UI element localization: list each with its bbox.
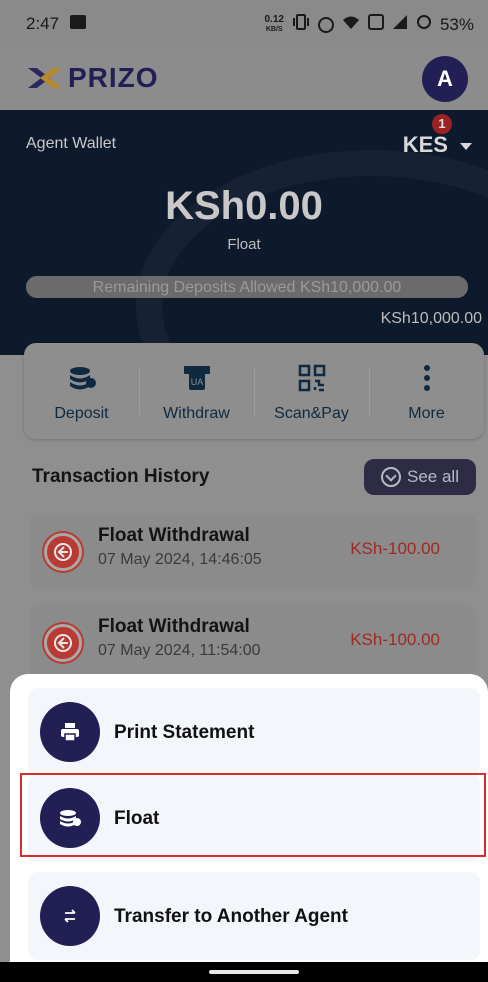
notification-badge: 1 [432, 114, 452, 134]
svg-text:UA: UA [190, 377, 203, 387]
brand-name: PRIZO [68, 62, 159, 93]
quick-actions: Deposit UA Withdraw Scan&Pay More [24, 343, 484, 439]
more-vertical-icon [412, 363, 442, 393]
qr-code-icon [297, 363, 327, 393]
print-statement-option[interactable]: Print Statement [28, 688, 480, 776]
balance-label: Float [227, 236, 261, 253]
deposit-limit: KSh10,000.00 [380, 310, 482, 327]
arrow-left-circle-icon [44, 624, 82, 662]
highlight-box [20, 773, 486, 857]
status-bar: 2:47 0.12 KB/S 53% [0, 0, 488, 48]
withdraw-button[interactable]: UA Withdraw [139, 343, 254, 439]
scan-pay-button[interactable]: Scan&Pay [254, 343, 369, 439]
deposit-label: Deposit [54, 405, 109, 422]
chevron-down-circle-icon [381, 467, 401, 487]
transaction-history-title: Transaction History [32, 466, 210, 487]
arrow-left-circle-icon [44, 533, 82, 571]
transaction-name: Float Withdrawal [98, 616, 250, 637]
status-icons: 0.12 KB/S 53% [264, 14, 474, 35]
atm-icon: UA [182, 363, 212, 393]
withdraw-label: Withdraw [163, 405, 230, 422]
transaction-amount: KSh-100.00 [350, 630, 440, 649]
chevron-down-icon[interactable] [460, 143, 472, 150]
transfer-agent-label: Transfer to Another Agent [114, 906, 348, 927]
battery-icon [416, 14, 432, 35]
deposit-limit-progress: Remaining Deposits Allowed KSh10,000.00 [26, 276, 468, 298]
prizo-logo: PRIZO [28, 62, 159, 94]
status-time: 2:47 [26, 14, 60, 33]
net-speed: 0.12 KB/S [264, 14, 284, 34]
printer-icon [40, 702, 100, 762]
home-gesture-handle[interactable] [209, 970, 299, 974]
see-all-button[interactable]: See all [364, 459, 476, 495]
transaction-row[interactable]: Float Withdrawal 07 May 2024, 14:46:05 K… [30, 513, 476, 589]
more-label: More [408, 405, 445, 422]
transaction-name: Float Withdrawal [98, 525, 250, 546]
transaction-date: 07 May 2024, 11:54:00 [98, 642, 261, 659]
battery-percent: 53% [439, 14, 474, 34]
app-header: PRIZO A [0, 48, 488, 110]
signal-icon [392, 14, 408, 35]
transaction-amount: KSh-100.00 [350, 539, 440, 558]
logo-mark-icon [28, 64, 64, 92]
volte-icon [367, 14, 384, 35]
see-all-label: See all [407, 467, 459, 486]
transaction-date: 07 May 2024, 14:46:05 [98, 551, 262, 568]
wallet-title: Agent Wallet [26, 135, 117, 152]
vibrate-icon [292, 14, 310, 35]
transfer-agent-option[interactable]: Transfer to Another Agent [28, 872, 480, 960]
remaining-deposits-text: Remaining Deposits Allowed KSh10,000.00 [92, 279, 402, 296]
scan-pay-label: Scan&Pay [274, 405, 349, 422]
print-statement-label: Print Statement [114, 722, 255, 743]
system-nav-bar [0, 962, 488, 982]
transfer-arrows-icon [40, 886, 100, 946]
do-not-disturb-icon [317, 16, 334, 33]
more-button[interactable]: More [369, 343, 484, 439]
coins-icon [67, 363, 97, 393]
deposit-button[interactable]: Deposit [24, 343, 139, 439]
gallery-notification-icon [70, 15, 86, 29]
avatar[interactable]: A [422, 56, 468, 102]
currency-selector[interactable]: KES [403, 132, 448, 158]
wifi-icon [342, 15, 360, 35]
wallet-balance: KSh0.00 [165, 184, 323, 228]
wallet-card: Agent Wallet KES 1 KSh0.00 Float Remaini… [0, 110, 488, 355]
transaction-row[interactable]: Float Withdrawal 07 May 2024, 11:54:00 K… [30, 604, 476, 680]
